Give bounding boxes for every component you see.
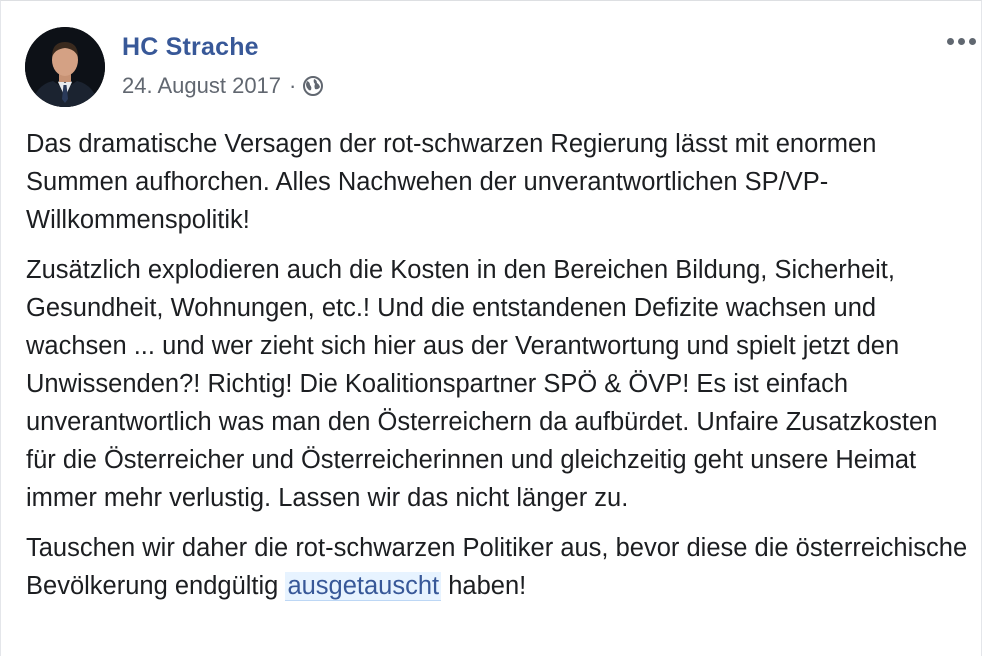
paragraph-1: Das dramatische Versagen der rot-schwarz… bbox=[26, 130, 877, 234]
paragraph-3-end: haben! bbox=[441, 572, 527, 600]
paragraph-2: Zusätzlich explodieren auch die Kosten i… bbox=[26, 256, 938, 512]
paragraph-3: Tauschen wir daher die rot-schwarzen Pol… bbox=[26, 529, 971, 605]
highlighted-link[interactable]: ausgetauscht bbox=[285, 572, 442, 601]
post-body: Das dramatische Versagen der rot-schwarz… bbox=[26, 125, 971, 617]
post-date[interactable]: 24. August 2017 bbox=[122, 73, 281, 99]
more-options-icon[interactable] bbox=[941, 29, 981, 53]
author-name[interactable]: HC Strache bbox=[122, 33, 259, 62]
avatar[interactable] bbox=[25, 27, 105, 107]
meta-separator: · bbox=[289, 73, 297, 98]
more-dot bbox=[968, 37, 976, 45]
globe-icon[interactable] bbox=[302, 75, 324, 97]
more-dot bbox=[957, 37, 965, 45]
post-meta: 24. August 2017 · bbox=[122, 73, 324, 99]
more-dot bbox=[946, 37, 954, 45]
post-card: HC Strache 24. August 2017 · Das dramati… bbox=[0, 0, 982, 656]
